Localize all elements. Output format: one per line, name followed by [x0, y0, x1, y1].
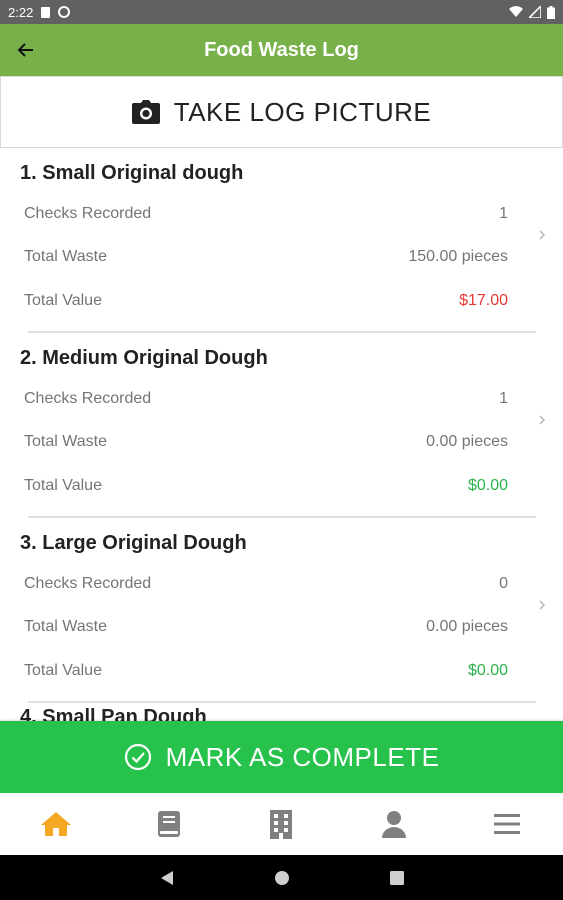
checks-recorded-row: Checks Recorded 1 [24, 205, 508, 223]
book-icon [157, 811, 180, 837]
take-log-picture-label: TAKE LOG PICTURE [173, 96, 432, 127]
row-label: Total Waste [24, 618, 107, 635]
battery-icon [547, 5, 555, 19]
row-value: 1 [499, 205, 508, 222]
row-value: $0.00 [467, 662, 508, 679]
nav-book[interactable] [113, 793, 226, 855]
page-title: Food Waste Log [204, 38, 359, 61]
row-value: 150.00 pieces [408, 248, 508, 265]
back-button[interactable] [0, 24, 50, 76]
chevron-right-icon [539, 600, 546, 610]
signal-icon [529, 6, 541, 18]
chevron-right-icon [539, 230, 546, 240]
nav-building[interactable] [225, 793, 338, 855]
log-item-3[interactable]: 3. Large Original Dough Checks Recorded … [0, 518, 563, 703]
total-value-row: Total Value $0.00 [24, 662, 508, 680]
app-bar: Food Waste Log [0, 24, 563, 76]
home-icon [41, 812, 72, 836]
total-waste-row: Total Waste 150.00 pieces [24, 248, 508, 266]
arrow-left-icon [17, 43, 33, 57]
building-icon [270, 810, 293, 839]
log-item-4-title[interactable]: 4. Small Pan Dough [20, 706, 207, 721]
checks-recorded-row: Checks Recorded 1 [24, 390, 508, 408]
square-recents-icon [389, 870, 404, 885]
status-time: 2:22 [8, 4, 34, 20]
item-title: 1. Small Original dough [20, 162, 244, 184]
log-item-2[interactable]: 2. Medium Original Dough Checks Recorded… [0, 333, 563, 518]
total-value-row: Total Value $17.00 [24, 292, 508, 310]
row-label: Checks Recorded [24, 205, 152, 222]
row-value: 1 [499, 390, 508, 407]
camera-icon [131, 100, 160, 124]
wifi-icon [509, 6, 523, 18]
row-label: Total Value [24, 662, 102, 679]
mark-as-complete-label: MARK AS COMPLETE [165, 741, 440, 772]
nav-home[interactable] [0, 793, 113, 855]
item-title: 2. Medium Original Dough [20, 347, 268, 369]
take-log-picture-button[interactable]: TAKE LOG PICTURE [0, 76, 563, 148]
row-value: $17.00 [459, 292, 508, 309]
system-back-button[interactable] [160, 870, 174, 886]
chevron-right-icon [539, 415, 546, 425]
checks-recorded-row: Checks Recorded 0 [24, 575, 508, 593]
check-circle-icon [124, 743, 151, 771]
row-label: Total Waste [24, 248, 107, 265]
total-waste-row: Total Waste 0.00 pieces [24, 433, 508, 451]
row-label: Total Value [24, 292, 102, 309]
system-nav-bar [0, 855, 563, 900]
row-label: Checks Recorded [24, 390, 152, 407]
sd-card-icon [41, 6, 51, 18]
row-label: Total Value [24, 477, 102, 494]
total-value-row: Total Value $0.00 [24, 477, 508, 495]
mark-as-complete-button[interactable]: MARK AS COMPLETE [0, 721, 563, 793]
system-recents-button[interactable] [389, 870, 404, 885]
log-list: 1. Small Original dough Checks Recorded … [0, 148, 563, 721]
nav-menu[interactable] [450, 793, 563, 855]
triangle-back-icon [160, 870, 173, 885]
system-home-button[interactable] [274, 870, 290, 886]
divider [28, 701, 536, 703]
row-label: Checks Recorded [24, 575, 152, 592]
person-icon [382, 811, 407, 838]
menu-icon [493, 814, 520, 834]
sync-icon [58, 6, 71, 18]
row-value: 0.00 pieces [426, 433, 508, 450]
circle-home-icon [274, 870, 289, 885]
row-value: 0 [499, 575, 508, 592]
bottom-nav [0, 793, 563, 855]
row-value: $0.00 [467, 477, 508, 494]
status-bar: 2:22 [0, 0, 563, 24]
row-label: Total Waste [24, 433, 107, 450]
nav-profile[interactable] [338, 793, 451, 855]
log-item-1[interactable]: 1. Small Original dough Checks Recorded … [0, 148, 563, 333]
item-title: 3. Large Original Dough [20, 532, 247, 554]
total-waste-row: Total Waste 0.00 pieces [24, 618, 508, 636]
row-value: 0.00 pieces [426, 618, 508, 635]
